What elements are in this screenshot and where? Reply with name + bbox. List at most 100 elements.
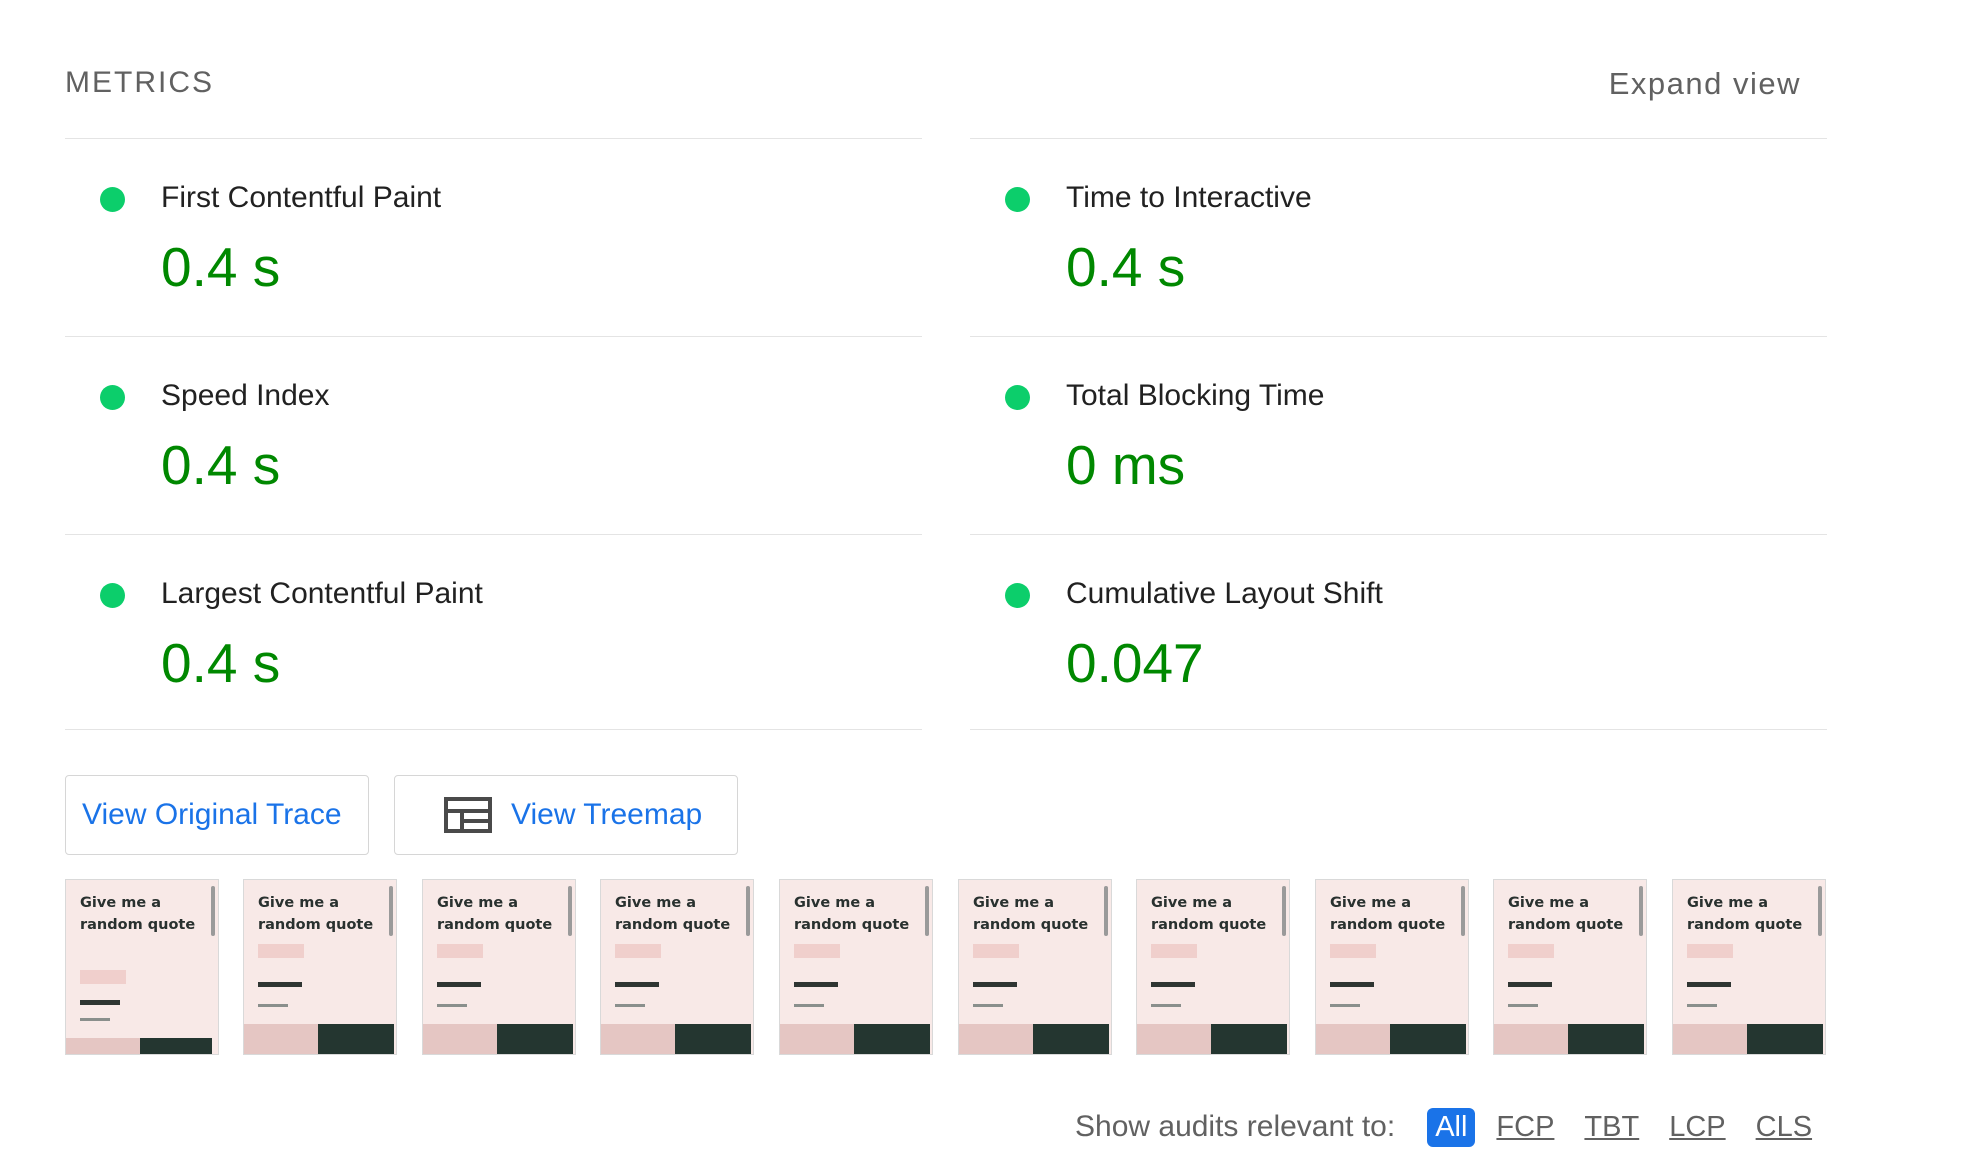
frame-caption <box>258 1004 288 1007</box>
frame-tag <box>1687 944 1733 958</box>
metric-largest-contentful-paint: Largest Contentful Paint 0.4 s <box>65 534 922 730</box>
frame-scrollbar <box>1639 886 1643 936</box>
audit-filter-all[interactable]: All <box>1427 1107 1476 1147</box>
frame-footer-left <box>423 1024 497 1054</box>
metric-value: 0.4 s <box>161 632 281 694</box>
metric-label: Largest Contentful Paint <box>161 577 483 610</box>
frame-caption <box>1151 1004 1181 1007</box>
expand-view-link[interactable]: Expand view <box>1609 66 1801 102</box>
audit-filter-fcp[interactable]: FCP <box>1496 1111 1554 1144</box>
pass-status-dot-icon <box>1005 583 1030 608</box>
frame-title: Give me a random quote <box>1330 895 1446 933</box>
view-treemap-button[interactable]: View Treemap <box>394 775 738 855</box>
metric-value: 0.4 s <box>161 236 281 298</box>
audit-filter-label: Show audits relevant to: <box>1075 1110 1396 1143</box>
metric-first-contentful-paint: First Contentful Paint 0.4 s <box>65 138 922 336</box>
frame-scrollbar <box>1818 886 1822 936</box>
metric-value: 0 ms <box>1066 434 1186 496</box>
frame-username <box>437 982 481 987</box>
frame-title: Give me a random quote <box>615 895 731 933</box>
frame-caption <box>80 1018 110 1021</box>
frame-title: Give me a random quote <box>973 895 1089 933</box>
frame-title: Give me a random quote <box>1687 895 1803 933</box>
frame-caption <box>1687 1004 1717 1007</box>
frame-footer-left <box>780 1024 854 1054</box>
frame-footer-right <box>318 1024 394 1054</box>
metrics-title: METRICS <box>65 66 214 99</box>
view-treemap-label: View Treemap <box>511 798 703 831</box>
frame-title: Give me a random quote <box>1508 895 1624 933</box>
view-original-trace-button[interactable]: View Original Trace <box>65 775 369 855</box>
metric-cumulative-layout-shift: Cumulative Layout Shift 0.047 <box>970 534 1827 730</box>
frame-title: Give me a random quote <box>1151 895 1267 933</box>
frame-footer-left <box>1494 1024 1568 1054</box>
frame-caption <box>437 1004 467 1007</box>
filmstrip: Give me a random quote Give me a random … <box>65 879 1826 1055</box>
frame-footer-right <box>854 1024 930 1054</box>
frame-tag <box>80 970 126 984</box>
audit-filter-tbt[interactable]: TBT <box>1584 1111 1639 1144</box>
audit-filter-lcp[interactable]: LCP <box>1669 1111 1725 1144</box>
pass-status-dot-icon <box>100 583 125 608</box>
frame-title: Give me a random quote <box>794 895 910 933</box>
frame-footer-right <box>1747 1024 1823 1054</box>
metric-value: 0.4 s <box>1066 236 1186 298</box>
frame-username <box>973 982 1017 987</box>
frame-username <box>1508 982 1552 987</box>
frame-tag <box>973 944 1019 958</box>
view-original-trace-label: View Original Trace <box>82 798 342 831</box>
frame-footer-right <box>497 1024 573 1054</box>
metric-label: First Contentful Paint <box>161 181 442 214</box>
frame-footer-right <box>1568 1024 1644 1054</box>
frame-footer-left <box>959 1024 1033 1054</box>
metric-label: Time to Interactive <box>1066 181 1312 214</box>
frame-scrollbar <box>1104 886 1108 936</box>
filmstrip-frame: Give me a random quote <box>958 879 1112 1055</box>
frame-footer-right <box>140 1038 212 1054</box>
filmstrip-frame: Give me a random quote <box>422 879 576 1055</box>
filmstrip-frame: Give me a random quote <box>1136 879 1290 1055</box>
treemap-icon <box>444 797 492 833</box>
frame-footer-left <box>1137 1024 1211 1054</box>
frame-footer-left <box>1673 1024 1747 1054</box>
frame-tag <box>794 944 840 958</box>
frame-footer-right <box>675 1024 751 1054</box>
frame-scrollbar <box>568 886 572 936</box>
frame-caption <box>1330 1004 1360 1007</box>
filmstrip-frame: Give me a random quote <box>1672 879 1826 1055</box>
metric-speed-index: Speed Index 0.4 s <box>65 336 922 534</box>
frame-tag <box>1508 944 1554 958</box>
frame-footer-left <box>66 1038 140 1054</box>
frame-scrollbar <box>1461 886 1465 936</box>
metric-value: 0.4 s <box>161 434 281 496</box>
frame-footer-left <box>1316 1024 1390 1054</box>
frame-username <box>615 982 659 987</box>
metrics-header: METRICS Expand view <box>65 66 1801 116</box>
frame-title: Give me a random quote <box>437 895 553 933</box>
frame-caption <box>973 1004 1003 1007</box>
filmstrip-frame: Give me a random quote <box>65 879 219 1055</box>
frame-tag <box>258 944 304 958</box>
frame-footer-right <box>1390 1024 1466 1054</box>
metric-time-to-interactive: Time to Interactive 0.4 s <box>970 138 1827 336</box>
frame-scrollbar <box>389 886 393 936</box>
frame-username <box>1687 982 1731 987</box>
frame-footer-left <box>601 1024 675 1054</box>
frame-tag <box>615 944 661 958</box>
frame-footer-right <box>1033 1024 1109 1054</box>
frame-tag <box>437 944 483 958</box>
pass-status-dot-icon <box>1005 385 1030 410</box>
audit-filter-cls[interactable]: CLS <box>1756 1111 1812 1144</box>
filmstrip-frame: Give me a random quote <box>600 879 754 1055</box>
filmstrip-frame: Give me a random quote <box>779 879 933 1055</box>
frame-caption <box>615 1004 645 1007</box>
frame-scrollbar <box>211 886 215 936</box>
metric-label: Cumulative Layout Shift <box>1066 577 1383 610</box>
metric-label: Speed Index <box>161 379 330 412</box>
frame-title: Give me a random quote <box>80 895 196 933</box>
frame-scrollbar <box>1282 886 1286 936</box>
frame-username <box>1151 982 1195 987</box>
frame-caption <box>1508 1004 1538 1007</box>
frame-scrollbar <box>746 886 750 936</box>
frame-username <box>794 982 838 987</box>
